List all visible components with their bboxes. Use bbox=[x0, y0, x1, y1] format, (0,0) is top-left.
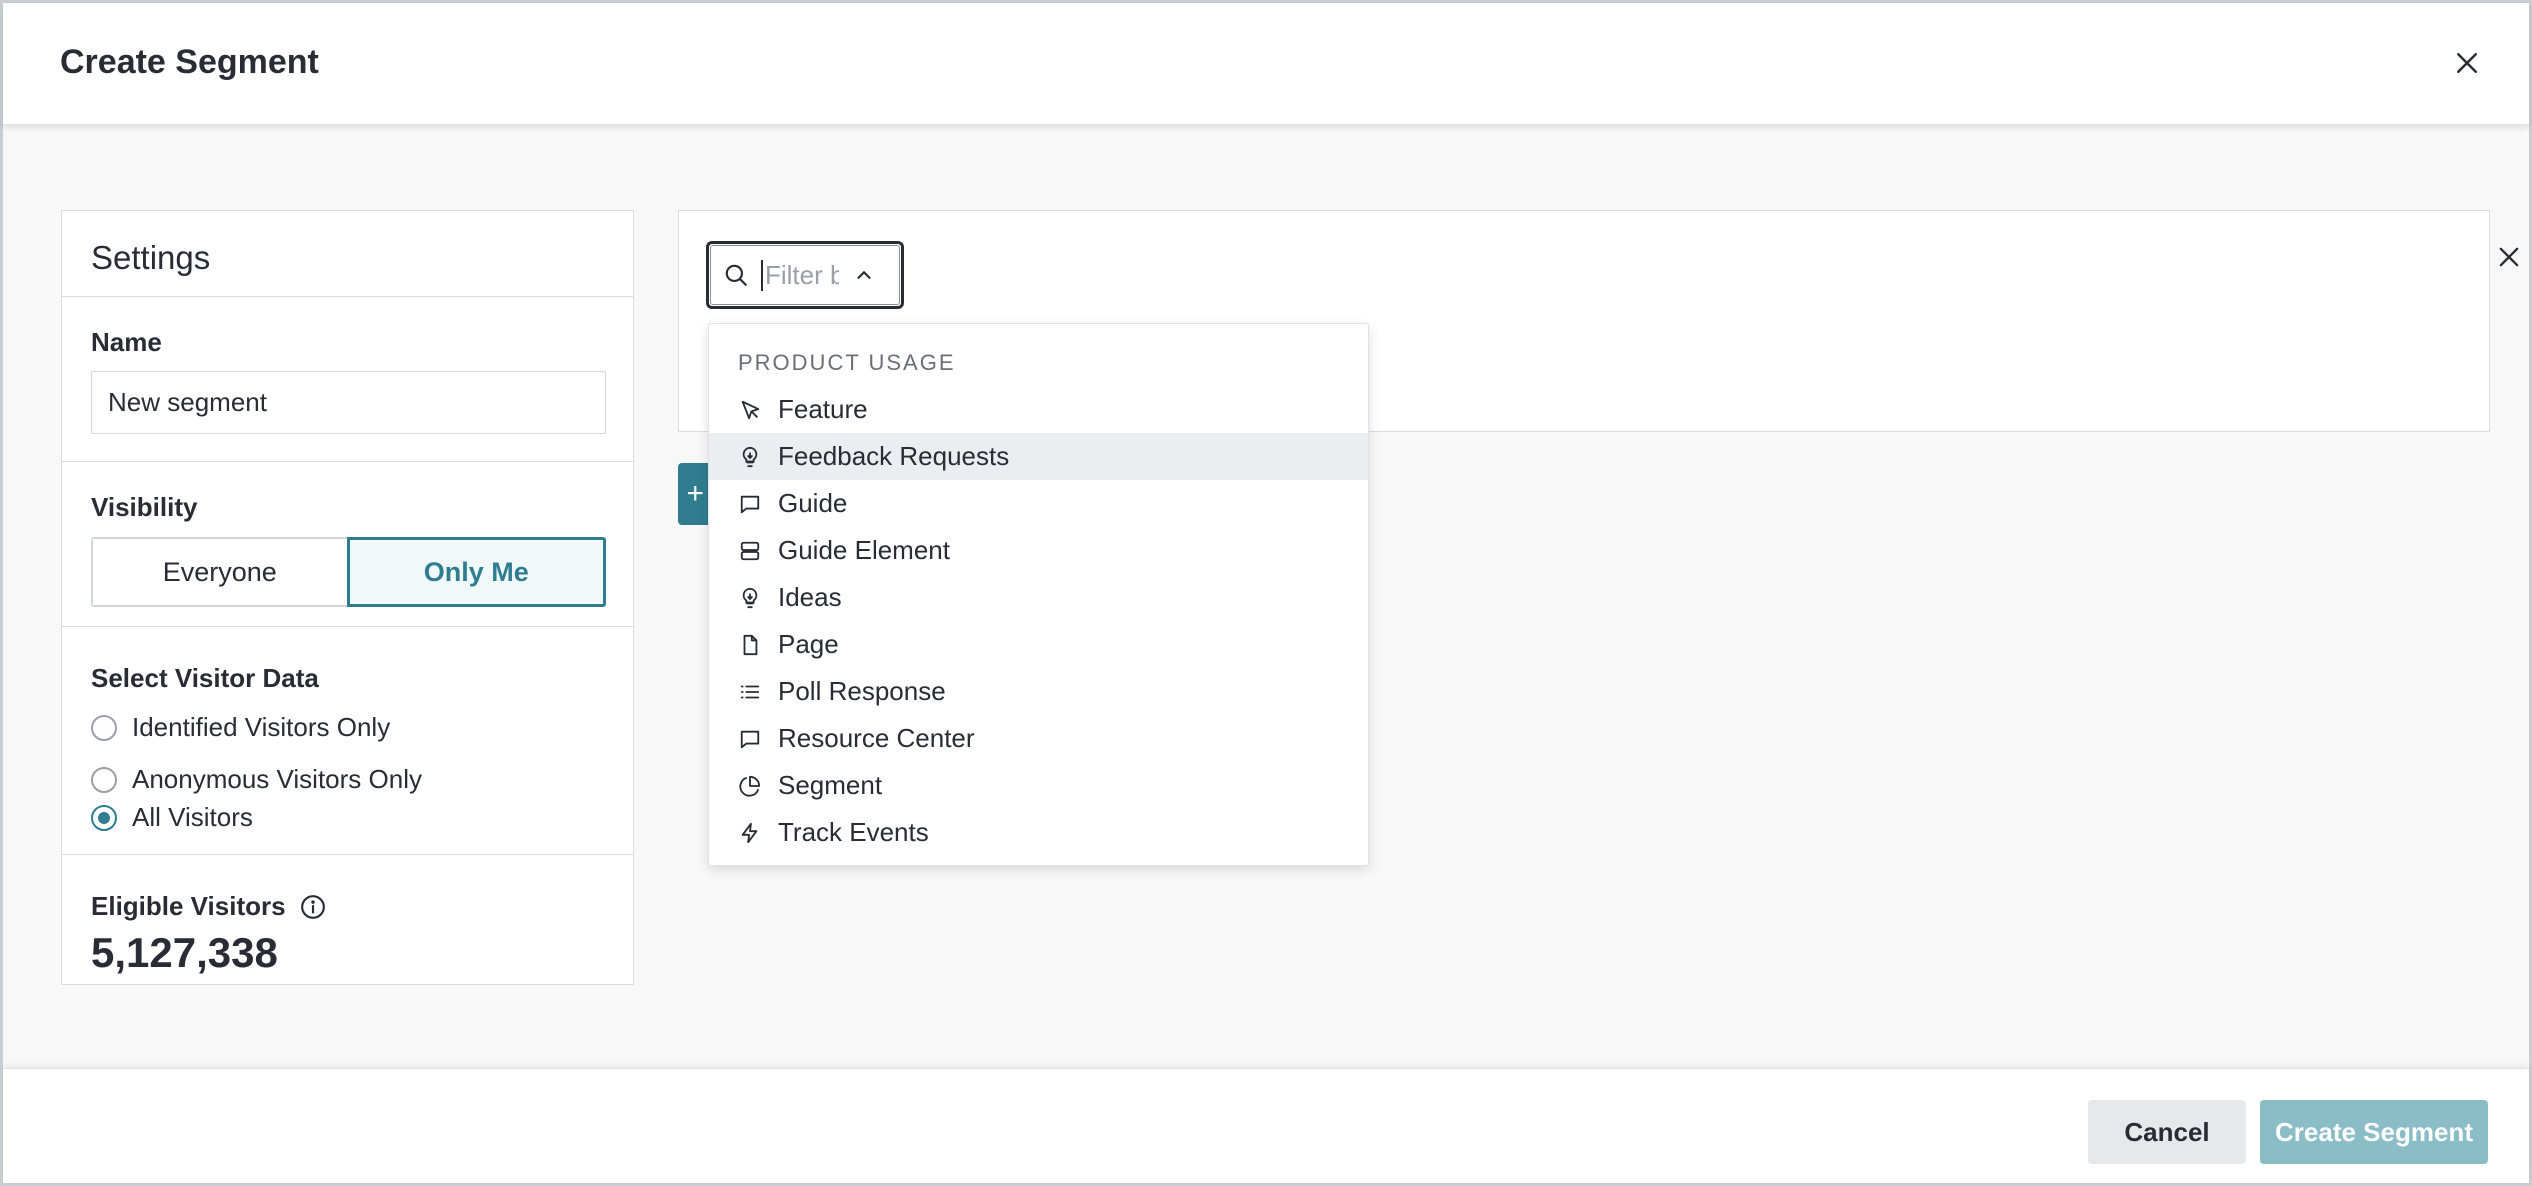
close-modal-button[interactable] bbox=[2447, 43, 2487, 83]
menu-item-page[interactable]: Page bbox=[709, 621, 1368, 668]
radio-all-visitors[interactable]: All Visitors bbox=[91, 802, 253, 833]
modal-title: Create Segment bbox=[60, 43, 319, 81]
menu-item-segment[interactable]: Segment bbox=[709, 762, 1368, 809]
menu-item-label: Track Events bbox=[778, 817, 929, 847]
visitor-data-label: Select Visitor Data bbox=[91, 663, 319, 693]
name-label: Name bbox=[91, 327, 162, 357]
info-icon[interactable] bbox=[300, 894, 326, 920]
menu-item-label: Guide bbox=[778, 488, 848, 518]
filter-select[interactable] bbox=[706, 241, 904, 309]
eligible-visitors-text: Eligible Visitors bbox=[91, 891, 286, 921]
pie-chart-icon bbox=[738, 774, 762, 798]
radio-button-selected[interactable] bbox=[91, 804, 117, 831]
radio-anonymous-visitors[interactable]: Anonymous Visitors Only bbox=[91, 764, 422, 795]
dropdown-section-header: PRODUCT USAGE bbox=[738, 350, 956, 375]
eligible-visitors-count: 5,127,338 bbox=[91, 929, 278, 976]
message-square-icon bbox=[738, 492, 762, 516]
visibility-only-me-button[interactable]: Only Me bbox=[346, 537, 606, 607]
create-segment-modal: Create Segment Settings Name Visibility … bbox=[3, 3, 2529, 1183]
visibility-everyone-button[interactable]: Everyone bbox=[91, 537, 347, 607]
menu-item-track-events[interactable]: Track Events bbox=[709, 809, 1368, 856]
radio-button[interactable] bbox=[91, 766, 117, 793]
menu-item-feature[interactable]: Feature bbox=[709, 386, 1368, 433]
menu-item-label: Feature bbox=[778, 394, 868, 424]
create-segment-button[interactable]: Create Segment bbox=[2260, 1100, 2488, 1164]
layout-rows-icon bbox=[738, 539, 762, 563]
visibility-label: Visibility bbox=[91, 492, 198, 522]
menu-item-guide-element[interactable]: Guide Element bbox=[709, 527, 1368, 574]
menu-item-poll-response[interactable]: Poll Response bbox=[709, 668, 1368, 715]
filter-dropdown-menu: PRODUCT USAGE Feature Feedback Requests … bbox=[708, 323, 1369, 866]
add-rule-button[interactable]: + bbox=[678, 463, 708, 525]
radio-label: Anonymous Visitors Only bbox=[132, 764, 422, 794]
visibility-toggle: Everyone Only Me bbox=[91, 537, 606, 607]
segment-name-input[interactable] bbox=[91, 371, 606, 434]
radio-identified-visitors[interactable]: Identified Visitors Only bbox=[91, 712, 390, 743]
menu-item-label: Guide Element bbox=[778, 535, 950, 565]
menu-item-feedback-requests[interactable]: Feedback Requests bbox=[709, 433, 1368, 480]
message-square-icon bbox=[738, 727, 762, 751]
cancel-button[interactable]: Cancel bbox=[2088, 1100, 2246, 1164]
settings-title: Settings bbox=[91, 239, 211, 276]
radio-label: Identified Visitors Only bbox=[132, 712, 391, 742]
cursor-arrow-icon bbox=[738, 398, 762, 422]
menu-item-guide[interactable]: Guide bbox=[709, 480, 1368, 527]
file-icon bbox=[738, 633, 762, 657]
menu-item-label: Page bbox=[778, 629, 839, 659]
menu-item-label: Ideas bbox=[778, 582, 842, 612]
close-icon bbox=[2499, 247, 2519, 267]
close-icon bbox=[2457, 53, 2477, 73]
menu-item-resource-center[interactable]: Resource Center bbox=[709, 715, 1368, 762]
chevron-up-icon[interactable] bbox=[853, 264, 875, 286]
settings-panel: Settings Name Visibility Everyone Only M… bbox=[61, 210, 634, 985]
eligible-visitors-label: Eligible Visitors bbox=[91, 891, 326, 922]
menu-item-label: Feedback Requests bbox=[778, 441, 1010, 471]
menu-item-ideas[interactable]: Ideas bbox=[709, 574, 1368, 621]
modal-header: Create Segment bbox=[3, 3, 2529, 125]
radio-button[interactable] bbox=[91, 714, 117, 741]
filter-search-input[interactable] bbox=[761, 259, 839, 291]
radio-label: All Visitors bbox=[132, 802, 253, 832]
list-icon bbox=[738, 680, 762, 704]
menu-item-label: Segment bbox=[778, 770, 883, 800]
lightbulb-icon bbox=[738, 586, 762, 610]
settings-header: Settings bbox=[62, 211, 633, 297]
menu-item-label: Resource Center bbox=[778, 723, 975, 753]
lightbulb-icon bbox=[738, 445, 762, 469]
lightning-bolt-icon bbox=[738, 821, 762, 845]
menu-item-label: Poll Response bbox=[778, 676, 946, 706]
modal-footer: Cancel Create Segment bbox=[3, 1068, 2529, 1183]
search-icon bbox=[723, 262, 749, 288]
remove-filter-button[interactable] bbox=[2491, 239, 2527, 275]
